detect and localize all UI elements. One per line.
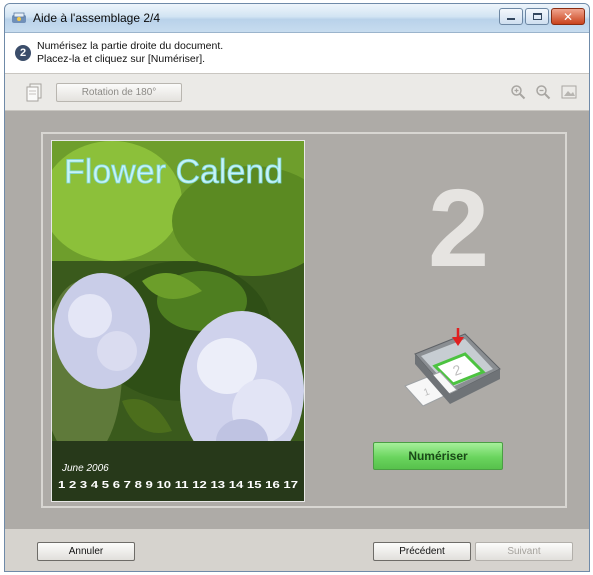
cancel-button[interactable]: Annuler bbox=[37, 542, 135, 561]
scan-preview-frame: Flower Calend June 2006 1 2 3 4 5 6 7 8 … bbox=[41, 132, 567, 508]
flower-calendar-image: Flower Calend June 2006 1 2 3 4 5 6 7 8 … bbox=[52, 141, 304, 501]
photo-title-text: Flower Calend bbox=[64, 153, 283, 191]
window-title: Aide à l'assemblage 2/4 bbox=[33, 11, 161, 25]
maximize-icon bbox=[532, 13, 542, 20]
assembly-dialog-window: Aide à l'assemblage 2/4 ✕ 2 Numérisez la… bbox=[4, 3, 590, 572]
title-bar[interactable]: Aide à l'assemblage 2/4 ✕ bbox=[5, 4, 589, 33]
preview-area: Flower Calend June 2006 1 2 3 4 5 6 7 8 … bbox=[5, 111, 589, 529]
maximize-button[interactable] bbox=[525, 8, 549, 25]
close-icon: ✕ bbox=[562, 9, 574, 24]
page-number-indicator: 2 bbox=[428, 167, 490, 290]
document-stack-icon bbox=[26, 83, 42, 102]
step-number-badge: 2 bbox=[15, 45, 31, 61]
toolbar: Rotation de 180° bbox=[5, 74, 589, 111]
next-button[interactable]: Suivant bbox=[475, 542, 573, 561]
minimize-button[interactable] bbox=[499, 8, 523, 25]
instruction-panel: 2 Numérisez la partie droite du document… bbox=[5, 33, 589, 74]
previous-button[interactable]: Précédent bbox=[373, 542, 471, 561]
instruction-line-2: Placez-la et cliquez sur [Numériser]. bbox=[37, 53, 206, 65]
zoom-out-icon[interactable] bbox=[535, 84, 551, 100]
fit-page-icon[interactable] bbox=[561, 85, 577, 99]
dialog-footer: Annuler Précédent Suivant bbox=[5, 529, 589, 571]
scan-button[interactable]: Numériser bbox=[373, 442, 503, 470]
zoom-in-icon[interactable] bbox=[510, 84, 526, 100]
rotate-180-button[interactable]: Rotation de 180° bbox=[56, 83, 182, 102]
close-button[interactable]: ✕ bbox=[551, 8, 585, 25]
instruction-line-1: Numérisez la partie droite du document. bbox=[37, 40, 224, 52]
scanner-app-icon bbox=[12, 12, 26, 23]
scanner-illustration-icon: 2 1 bbox=[404, 328, 501, 407]
photo-dates-text: 1 2 3 4 5 6 7 8 9 10 11 12 13 14 15 16 1… bbox=[58, 479, 298, 491]
minimize-icon bbox=[507, 18, 515, 20]
scanned-left-page-thumbnail: Flower Calend June 2006 1 2 3 4 5 6 7 8 … bbox=[51, 140, 305, 502]
photo-month-text: June 2006 bbox=[61, 463, 109, 474]
